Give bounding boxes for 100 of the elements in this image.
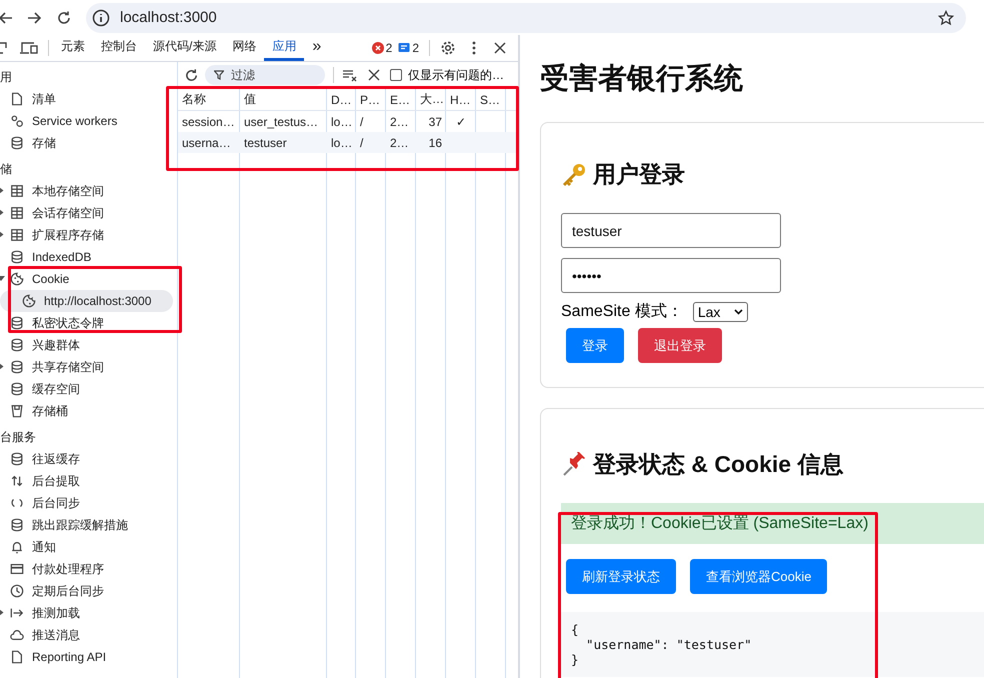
action-button[interactable]: 刷新登录状态 [566, 559, 676, 594]
address-bar[interactable]: localhost:3000 [86, 2, 966, 32]
sidebar-item[interactable]: 扩展程序存储 [0, 224, 173, 246]
sidebar-item[interactable]: 私密状态令牌 [0, 312, 173, 334]
database-icon [10, 360, 24, 374]
sidebar-item[interactable]: 共享存储空间 [0, 356, 173, 378]
document-icon [10, 92, 24, 106]
database-icon [10, 382, 24, 396]
cloud-icon [10, 628, 24, 642]
column-header[interactable]: 大… [416, 89, 446, 110]
sidebar-item[interactable]: 会话存储空间 [0, 202, 173, 224]
sidebar-item[interactable]: 推送消息 [0, 624, 173, 646]
table-icon [10, 228, 24, 242]
sync-icon [10, 496, 24, 510]
samesite-select[interactable]: Lax [692, 302, 748, 322]
table-cell-text: lo… [330, 114, 354, 130]
sidebar-item[interactable]: 通知 [0, 536, 173, 558]
username-field[interactable]: testuser [561, 213, 781, 248]
sidebar-item[interactable]: 后台提取 [0, 470, 173, 492]
table-cell-text: 16 [428, 134, 443, 152]
more-tabs-button[interactable]: » [304, 35, 330, 61]
database-icon [10, 316, 24, 330]
clear-filtered-icon[interactable] [342, 68, 358, 82]
document-icon [10, 650, 24, 664]
sidebar-item[interactable]: 兴趣群体 [0, 334, 173, 356]
reload-icon[interactable] [56, 10, 72, 26]
sidebar-item[interactable]: Cookie [0, 268, 173, 290]
sidebar-item[interactable]: Service workers [0, 110, 173, 132]
credit-card-icon [10, 562, 24, 576]
sidebar-item[interactable]: 付款处理程序 [0, 558, 173, 580]
close-icon[interactable] [492, 40, 508, 56]
checkbox-label: 仅显示有问题的… [408, 66, 504, 84]
sidebar-item[interactable]: 往返缓存 [0, 448, 173, 470]
column-header[interactable]: 名称 [178, 89, 240, 110]
error-count[interactable]: 2 [372, 35, 392, 61]
password-field[interactable]: •••••• [561, 258, 781, 293]
checkbox[interactable] [390, 69, 402, 81]
device-toolbar-icon[interactable] [18, 40, 40, 56]
column-header[interactable]: 值 [240, 89, 327, 110]
table-cell-text: 2… [389, 134, 410, 152]
action-button[interactable]: 查看浏览器Cookie [690, 559, 828, 594]
pushpin-icon [561, 452, 587, 478]
success-message: 登录成功！Cookie已设置 (SameSite=Lax) [561, 503, 984, 544]
sidebar-item[interactable]: 跳出跟踪缓解措施 [0, 514, 173, 536]
clock-icon [10, 584, 24, 598]
database-icon [10, 452, 24, 466]
arrow-right-icon [10, 606, 24, 620]
devtools-tab[interactable]: 网络 [224, 35, 264, 61]
column-header[interactable]: S… [476, 89, 506, 110]
info-icon[interactable] [92, 8, 110, 26]
sidebar-item[interactable]: 后台同步 [0, 492, 173, 514]
sidebar-item[interactable]: 本地存储空间 [0, 180, 173, 202]
chevron-down-icon [734, 308, 743, 314]
sidebar-item[interactable]: 清单 [0, 88, 173, 110]
sidebar-item[interactable]: 存储桶 [0, 400, 173, 422]
database-icon [10, 250, 24, 264]
back-icon[interactable] [0, 10, 12, 26]
message-icon [398, 42, 410, 54]
key-icon [561, 162, 587, 188]
database-icon [10, 338, 24, 352]
column-header[interactable]: H… [446, 89, 476, 110]
column-header[interactable]: E… [386, 89, 416, 110]
devtools-tab[interactable]: 元素 [53, 35, 93, 61]
message-count[interactable]: 2 [398, 35, 419, 61]
devtools-tab[interactable]: 应用 [264, 35, 304, 61]
table-icon [10, 206, 24, 220]
database-icon [10, 518, 24, 532]
star-icon[interactable] [938, 10, 954, 26]
table-cell-text: userna… [181, 134, 232, 152]
sidebar-item[interactable]: 定期后台同步 [0, 580, 173, 602]
sidebar-item[interactable]: IndexedDB [0, 246, 173, 268]
json-output: { "username": "testuser" } [561, 612, 984, 677]
action-button[interactable]: 退出登录 [638, 328, 722, 363]
table-cell-text: lo… [330, 134, 354, 152]
sidebar-item[interactable]: http://localhost:3000 [0, 290, 173, 312]
section-title: 用 [0, 68, 12, 86]
devtools-tab[interactable]: 源代码/来源 [145, 35, 224, 61]
sidebar-item[interactable]: Reporting API [0, 646, 173, 668]
gears-icon [10, 114, 24, 128]
filter-field[interactable]: 过滤 [205, 65, 325, 85]
clear-icon[interactable] [368, 69, 380, 81]
database-icon [10, 136, 24, 150]
table-cell-text: / [359, 114, 364, 130]
reload-icon[interactable] [184, 68, 199, 82]
sidebar-item[interactable]: 推测加载 [0, 602, 173, 624]
devtools-tab[interactable]: 控制台 [93, 35, 145, 61]
sidebar-item[interactable]: 缓存空间 [0, 378, 173, 400]
section-title: 储 [0, 160, 12, 178]
table-row[interactable]: userna… testuser lo… / 2… 16 [178, 132, 518, 153]
column-header[interactable]: P… [356, 89, 386, 110]
table-cell-text: testuser [243, 134, 288, 152]
action-button[interactable]: 登录 [566, 328, 624, 363]
column-header[interactable]: D… [327, 89, 356, 110]
forward-icon[interactable] [26, 10, 42, 26]
table-icon [10, 184, 24, 198]
sidebar-item[interactable]: 存储 [0, 132, 173, 154]
filter-icon [214, 70, 224, 80]
section-heading: 登录状态 & Cookie 信息 [593, 450, 844, 479]
samesite-label: SameSite 模式： [561, 302, 683, 322]
settings-icon[interactable] [440, 40, 456, 56]
